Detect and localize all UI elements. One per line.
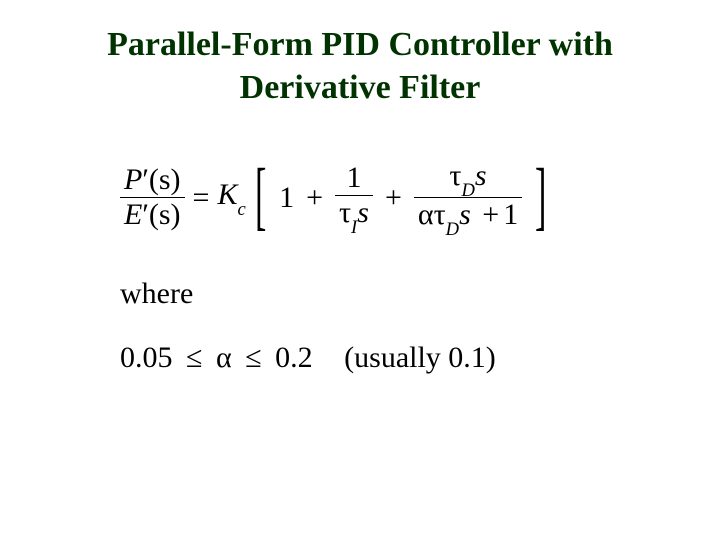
alpha-range: 0.05 ≤ α ≤ 0.2 (usually 0.1) [120,341,680,375]
sym-K: K [217,178,237,211]
sub-I: I [351,217,357,238]
lhs-fraction: P′(s) E′(s) [120,163,185,233]
where-label: where [120,277,680,311]
plus-3: + [478,198,503,231]
alpha-den: α [418,198,434,231]
pid-equation: P′(s) E′(s) = Kc [ 1 + 1 τIs + τDs [120,159,680,237]
page-title: Parallel-Form PID Controller with Deriva… [40,24,680,109]
le-2: ≤ [239,341,267,374]
alpha-note: (usually 0.1) [320,341,496,374]
sym-P: P [124,163,142,196]
sym-s1: (s) [149,163,181,196]
bracket-content: 1 + 1 τIs + τDs ατDs +1 [275,159,526,237]
sym-s2: (s) [149,198,181,231]
sub-D-den: D [446,219,459,240]
Kc: Kc [217,178,245,217]
alpha-sym: α [216,341,232,374]
int-num: 1 [342,161,365,196]
sub-D-num: D [461,180,474,201]
one-den: 1 [503,198,518,231]
le-1: ≤ [180,341,208,374]
s-dden: s [459,198,471,231]
derivative-term: τDs ατDs +1 [414,159,522,237]
title-line1: Parallel-Form PID Controller with [107,26,613,63]
s-dnum: s [475,159,487,192]
sub-c: c [237,199,245,220]
term-one: 1 [279,181,294,215]
equals-sign: = [187,181,216,215]
tau-D-num: τ [449,159,461,192]
title-line2: Derivative Filter [240,69,481,106]
plus-2: + [379,181,408,215]
plus-1: + [300,181,329,215]
tau-I: τ [339,196,351,229]
alpha-low: 0.05 [120,341,173,374]
alpha-high: 0.2 [275,341,313,374]
sym-E: E [124,198,142,231]
s-int: s [357,196,369,229]
integral-term: 1 τIs [335,161,373,235]
tau-D-den: τ [434,198,446,231]
